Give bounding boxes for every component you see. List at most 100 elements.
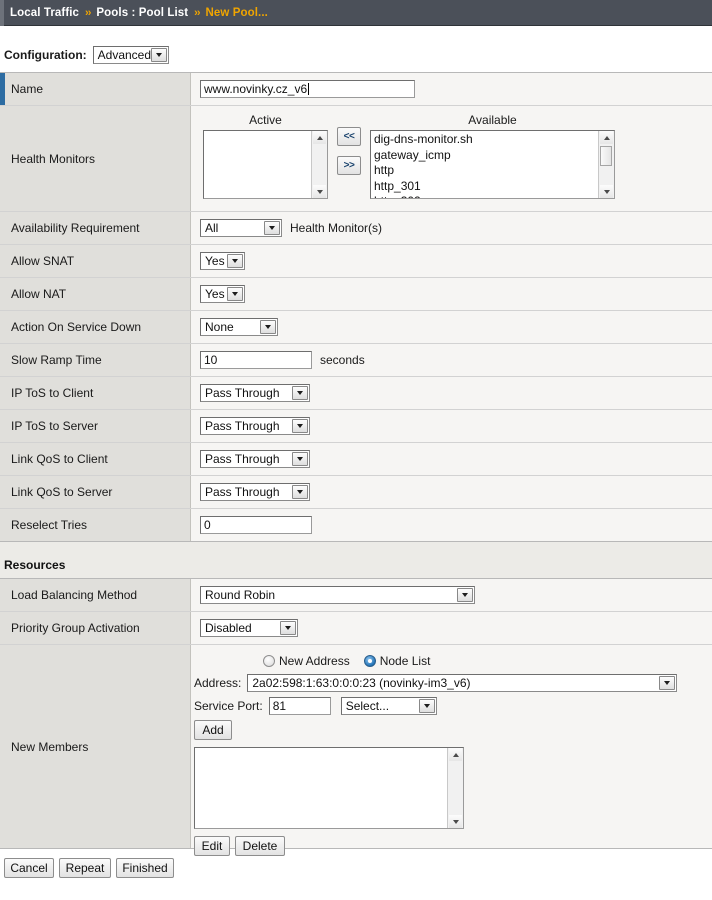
members-list-scrollbar[interactable] (447, 748, 463, 828)
label-priority-group-activation: Priority Group Activation (0, 612, 191, 644)
radio-node-list-label[interactable]: Node List (380, 654, 431, 668)
breadcrumb-item-local-traffic[interactable]: Local Traffic (10, 7, 79, 19)
radio-node-list[interactable] (363, 655, 376, 667)
allow-nat-select[interactable]: Yes (200, 285, 245, 303)
active-monitors-listbox[interactable] (203, 130, 328, 199)
slow-ramp-time-unit: seconds (320, 353, 365, 367)
scrollbar-thumb[interactable] (600, 146, 612, 166)
label-reselect-tries: Reselect Tries (0, 509, 191, 541)
row-link-qos-to-server: Link QoS to Server Pass Through (0, 476, 712, 509)
list-item[interactable]: http (374, 163, 598, 179)
chevron-down-icon (292, 452, 308, 466)
scroll-down-icon[interactable] (449, 815, 462, 828)
add-member-button[interactable]: Add (194, 720, 232, 740)
scroll-up-icon[interactable] (449, 748, 462, 761)
service-port-input[interactable]: 81 (268, 697, 331, 715)
chevron-down-icon (227, 287, 243, 301)
action-on-service-down-select[interactable]: None (200, 318, 278, 336)
configuration-select[interactable]: Advanced (92, 46, 169, 64)
available-monitors-listbox[interactable]: dig-dns-monitor.sh gateway_icmp http http_3… (370, 130, 615, 199)
address-row: Address: 2a02:598:1:63:0:0:0:23 (novinky… (191, 674, 712, 692)
pool-configuration-table: Name www.novinky.cz_v6 Health Monitors A… (0, 72, 712, 542)
label-slow-ramp-time: Slow Ramp Time (0, 344, 191, 376)
chevron-down-icon (659, 676, 676, 690)
list-item[interactable]: dig-dns-monitor.sh (374, 132, 598, 148)
link-qos-to-client-select[interactable]: Pass Through (200, 450, 310, 468)
service-port-preset-select[interactable]: Select... (340, 697, 437, 715)
link-qos-to-server-select[interactable]: Pass Through (200, 483, 310, 501)
address-select-value: 2a02:598:1:63:0:0:0:23 (novinky-im3_v6) (252, 676, 471, 690)
availability-requirement-select[interactable]: All (200, 219, 282, 237)
label-name: Name (0, 73, 191, 105)
allow-snat-value: Yes (205, 254, 225, 268)
chevron-down-icon (227, 254, 243, 268)
slow-ramp-time-value: 10 (204, 353, 218, 367)
chevron-down-icon (280, 621, 296, 635)
allow-snat-select[interactable]: Yes (200, 252, 245, 270)
priority-group-activation-value: Disabled (205, 621, 252, 635)
availability-requirement-suffix: Health Monitor(s) (290, 221, 383, 235)
service-port-label: Service Port: (194, 699, 263, 713)
reselect-tries-value: 0 (204, 518, 211, 532)
label-allow-snat: Allow SNAT (0, 245, 191, 277)
delete-member-button[interactable]: Delete (235, 836, 285, 856)
service-port-preset-value: Select... (345, 699, 390, 713)
radio-new-address[interactable] (263, 655, 275, 667)
list-item[interactable]: http_301 (374, 179, 598, 195)
breadcrumb-item-new-pool: New Pool... (205, 6, 268, 19)
link-qos-to-client-value: Pass Through (205, 452, 280, 466)
priority-group-activation-select[interactable]: Disabled (200, 619, 298, 637)
row-ip-tos-to-server: IP ToS to Server Pass Through (0, 410, 712, 443)
load-balancing-method-select[interactable]: Round Robin (200, 586, 475, 604)
name-input[interactable]: www.novinky.cz_v6 (200, 80, 415, 98)
move-right-button[interactable]: >> (337, 156, 361, 175)
radio-new-address-label[interactable]: New Address (279, 654, 350, 668)
name-input-value: www.novinky.cz_v6 (204, 82, 308, 96)
scroll-down-icon[interactable] (600, 185, 613, 198)
availability-requirement-value: All (205, 221, 219, 235)
text-caret (308, 83, 310, 95)
finished-button[interactable]: Finished (116, 858, 174, 878)
move-left-button[interactable]: << (337, 127, 361, 146)
breadcrumb-item-pool-list[interactable]: Pools : Pool List (96, 7, 188, 19)
load-balancing-method-value: Round Robin (205, 588, 276, 602)
members-listbox[interactable] (194, 747, 464, 829)
reselect-tries-input[interactable]: 0 (200, 516, 312, 534)
configuration-label: Configuration: (4, 48, 87, 62)
resources-table: Load Balancing Method Round Robin Priori… (0, 578, 712, 856)
transfer-buttons: << >> (328, 113, 370, 175)
label-action-on-service-down: Action On Service Down (0, 311, 191, 343)
scroll-up-icon[interactable] (313, 131, 326, 144)
edit-member-button[interactable]: Edit (194, 836, 230, 856)
repeat-button[interactable]: Repeat (59, 858, 111, 878)
label-ip-tos-to-server: IP ToS to Server (0, 410, 191, 442)
chevron-down-icon (260, 320, 276, 334)
breadcrumb-separator-icon: ›› (85, 6, 91, 19)
list-item[interactable]: gateway_icmp (374, 148, 598, 164)
slow-ramp-time-input[interactable]: 10 (200, 351, 312, 369)
address-select[interactable]: 2a02:598:1:63:0:0:0:23 (novinky-im3_v6) (247, 674, 678, 692)
active-monitors-scrollbar[interactable] (311, 131, 327, 198)
add-button-row: Add (191, 720, 712, 740)
breadcrumb: Local Traffic ›› Pools : Pool List ›› Ne… (0, 0, 712, 26)
row-priority-group-activation: Priority Group Activation Disabled (0, 612, 712, 645)
ip-tos-to-client-select[interactable]: Pass Through (200, 384, 310, 402)
member-actions: Edit Delete (191, 836, 712, 856)
available-monitors-scrollbar[interactable] (598, 131, 614, 198)
service-port-row: Service Port: 81 Select... (191, 697, 712, 715)
list-item[interactable]: http_302 (374, 194, 598, 198)
scroll-down-icon[interactable] (313, 185, 326, 198)
row-health-monitors: Health Monitors Active << >> Available d… (0, 106, 712, 212)
scroll-up-icon[interactable] (600, 131, 613, 144)
row-allow-nat: Allow NAT Yes (0, 278, 712, 311)
chevron-down-icon (292, 419, 308, 433)
cancel-button[interactable]: Cancel (4, 858, 54, 878)
new-members-panel: New Address Node List Address: 2a02:598:… (191, 645, 712, 863)
active-monitors-column: Active (203, 113, 328, 199)
ip-tos-to-server-select[interactable]: Pass Through (200, 417, 310, 435)
label-link-qos-to-server: Link QoS to Server (0, 476, 191, 508)
active-monitors-items (204, 131, 311, 198)
available-monitors-items[interactable]: dig-dns-monitor.sh gateway_icmp http http_3… (371, 131, 598, 198)
available-monitors-header: Available (468, 113, 517, 127)
service-port-value: 81 (272, 699, 287, 713)
